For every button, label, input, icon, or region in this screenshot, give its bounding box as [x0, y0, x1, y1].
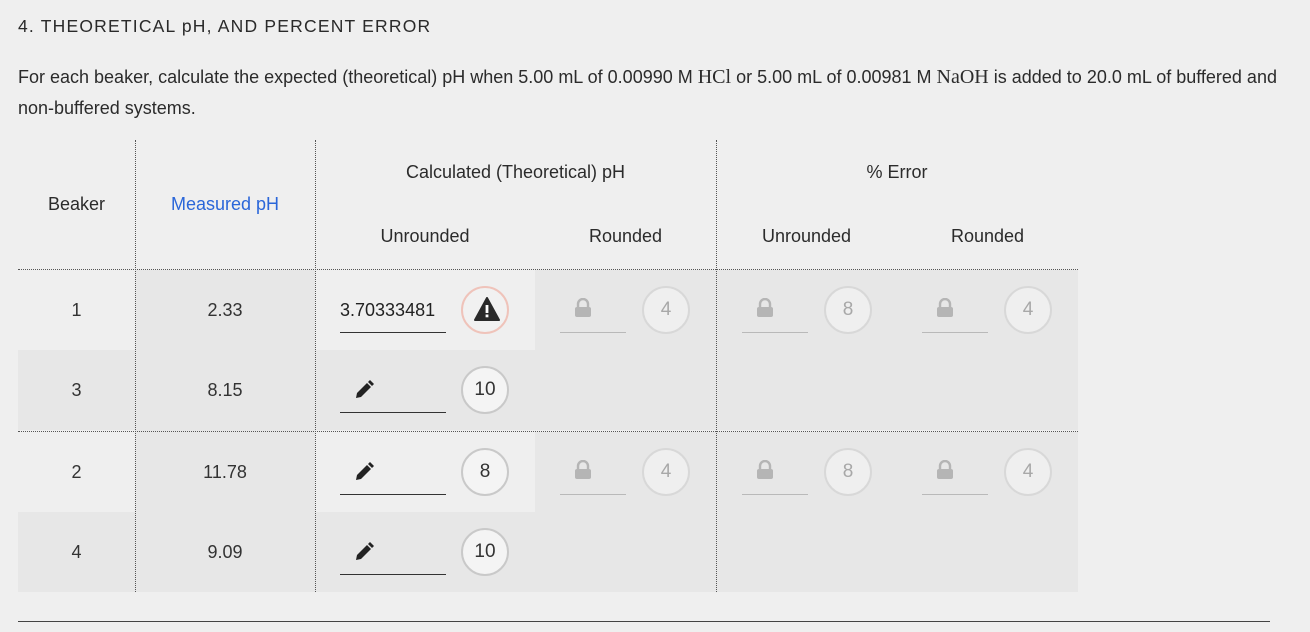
- acid-formula: HCl: [697, 66, 732, 88]
- attempts-badge: 4: [1004, 286, 1052, 334]
- warning-icon: [474, 297, 500, 321]
- attempts-badge: 4: [1004, 448, 1052, 496]
- lock-icon: [575, 298, 591, 317]
- calc-rounded-input-locked: [560, 288, 626, 333]
- lock-icon: [575, 460, 591, 479]
- lock-icon: [757, 298, 773, 317]
- err-unrounded-input-locked: [742, 288, 808, 333]
- header-calc-rounded: Rounded: [588, 226, 663, 246]
- attempts-badge: 8: [824, 286, 872, 334]
- measured-ph-value: 2.33: [207, 300, 243, 320]
- pencil-icon: [356, 380, 374, 398]
- header-calculated-ph: Calculated (Theoretical) pH: [405, 162, 626, 182]
- lock-icon: [937, 460, 953, 479]
- group-divider: [18, 431, 1078, 432]
- instructions-text-a: For each beaker, calculate the expected …: [18, 67, 698, 87]
- instructions-text-b: or 5.00 mL of 0.00981 M: [731, 67, 937, 87]
- beaker-number: 3: [71, 380, 82, 400]
- calc-unrounded-input[interactable]: [340, 368, 446, 413]
- beaker-number: 2: [71, 462, 82, 482]
- pencil-icon: [356, 462, 374, 480]
- section-title: 4. THEORETICAL pH, AND PERCENT ERROR: [18, 16, 432, 36]
- header-err-unrounded: Unrounded: [761, 226, 852, 246]
- lock-icon: [757, 460, 773, 479]
- err-rounded-input-locked: [922, 450, 988, 495]
- calc-unrounded-input[interactable]: [340, 530, 446, 575]
- measured-ph-value: 8.15: [207, 380, 243, 400]
- header-percent-error: % Error: [866, 162, 928, 182]
- calc-rounded-input-locked: [560, 450, 626, 495]
- measured-ph-value: 11.78: [203, 462, 247, 482]
- calc-unrounded-input[interactable]: [340, 450, 446, 495]
- theoretical-ph-table: Beaker Measured pH Calculated (Theoretic…: [18, 140, 1078, 592]
- attempts-badge[interactable]: 8: [461, 448, 509, 496]
- calc-unrounded-value: 3.70333481: [340, 300, 436, 320]
- attempts-badge[interactable]: 10: [461, 528, 509, 576]
- attempts-badge: 8: [824, 448, 872, 496]
- beaker-number: 4: [71, 542, 82, 562]
- section-bottom-rule: [18, 621, 1270, 622]
- header-err-rounded: Rounded: [950, 226, 1025, 246]
- pencil-icon: [356, 542, 374, 560]
- divider: [716, 140, 717, 592]
- attempts-badge: 4: [642, 286, 690, 334]
- header-beaker: Beaker: [47, 194, 106, 214]
- header-divider: [18, 269, 1078, 270]
- attempts-badge[interactable]: [461, 286, 509, 334]
- attempts-badge[interactable]: 10: [461, 366, 509, 414]
- divider: [315, 140, 316, 592]
- header-calc-unrounded: Unrounded: [380, 226, 470, 246]
- err-rounded-input-locked: [922, 288, 988, 333]
- base-formula: NaOH: [936, 66, 989, 88]
- instructions: For each beaker, calculate the expected …: [18, 62, 1288, 124]
- measured-ph-value: 9.09: [207, 542, 243, 562]
- header-measured-ph[interactable]: Measured pH: [135, 194, 315, 215]
- lock-icon: [937, 298, 953, 317]
- beaker-number: 1: [71, 300, 82, 320]
- attempts-badge: 4: [642, 448, 690, 496]
- err-unrounded-input-locked: [742, 450, 808, 495]
- calc-unrounded-input[interactable]: 3.70333481: [340, 288, 446, 333]
